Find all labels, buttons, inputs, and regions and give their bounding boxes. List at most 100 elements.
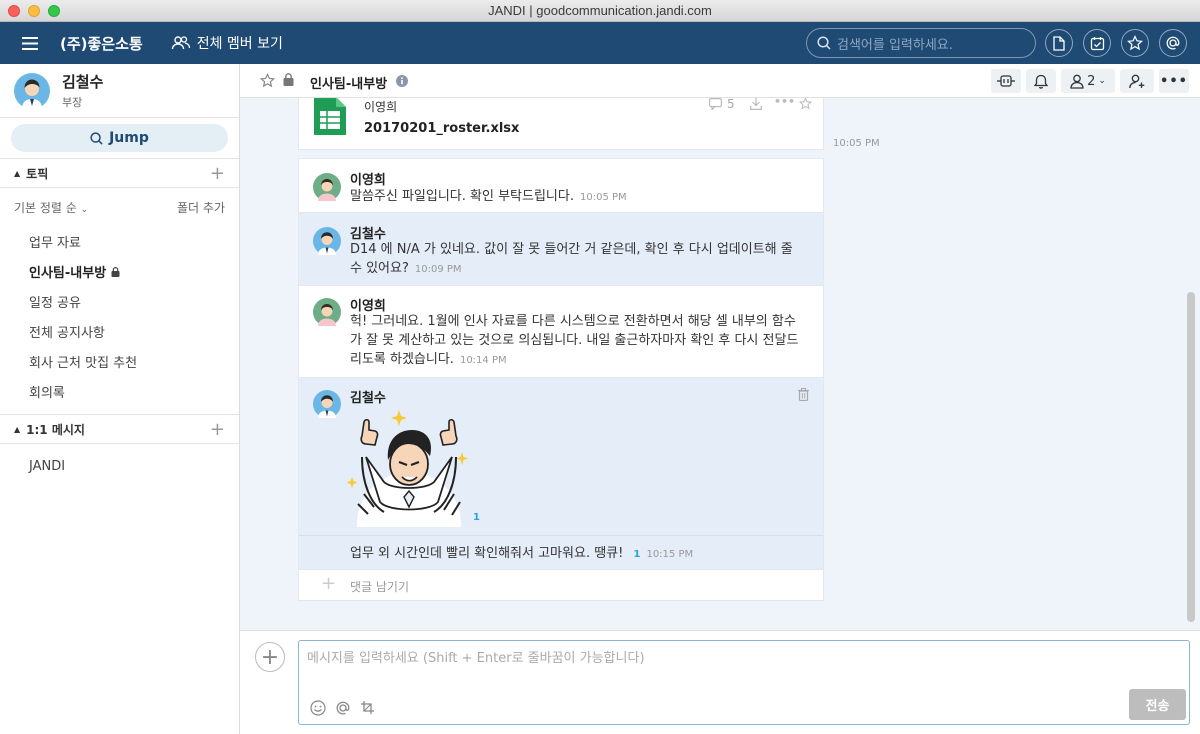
sort-dropdown[interactable]: 기본 정렬 순 ⌄	[14, 199, 88, 216]
menu-icon[interactable]	[0, 36, 60, 50]
message-item[interactable]: 김철수 1 업무 외 시간인데 빨리 확인해줘서 고마워요. 땡큐! 1 10:…	[298, 378, 824, 570]
message-caption: 업무 외 시간인데 빨리 확인해줘서 고마워요. 땡큐! 1 10:15 PM	[299, 535, 823, 570]
file-sender: 이영희	[364, 100, 398, 114]
invite-member-button[interactable]	[1120, 69, 1154, 93]
plus-icon: +	[260, 644, 280, 670]
more-options-button[interactable]: •••	[1159, 69, 1189, 93]
chevron-down-icon: ⌄	[80, 205, 89, 215]
add-folder-button[interactable]: 폴더 추가	[177, 199, 225, 216]
company-name[interactable]: (주)좋은소통	[60, 33, 143, 54]
spreadsheet-file-icon	[314, 98, 346, 135]
app-header: (주)좋은소통 전체 멤버 보기 검색어를 입력하세요.	[0, 22, 1200, 64]
message-input[interactable]	[307, 647, 1177, 687]
topic-item[interactable]: 회의록	[29, 382, 65, 401]
message-text: 헉! 그러네요. 1월에 인사 자료를 다른 시스템으로 전환하면서 해당 셀 …	[350, 312, 805, 370]
topic-item[interactable]: 회사 근처 맛집 추천	[29, 352, 137, 371]
thumbs-up-sticker[interactable]	[344, 402, 474, 527]
message-item[interactable]: 이영희 말씀주신 파일입니다. 확인 부탁드립니다. 10:05 PM	[298, 158, 824, 213]
chevron-down-icon: ⌄	[1098, 76, 1106, 86]
notification-button[interactable]	[1026, 69, 1056, 93]
message-scrollbar[interactable]	[1187, 292, 1195, 622]
more-icon: •••	[1160, 73, 1188, 89]
all-members-label: 전체 멤버 보기	[196, 36, 283, 52]
avatar	[313, 298, 341, 326]
message-body: 헉! 그러네요. 1월에 인사 자료를 다른 시스템으로 전환하면서 해당 셀 …	[350, 314, 799, 367]
search-placeholder: 검색어를 입력하세요.	[837, 37, 953, 53]
star-icon[interactable]	[260, 73, 275, 88]
all-members-button[interactable]: 전체 멤버 보기	[171, 33, 283, 53]
lock-icon	[283, 73, 294, 86]
dm-section-header[interactable]: ▲ 1:1 메시지 +	[0, 414, 239, 444]
search-icon	[817, 36, 831, 50]
dm-title: 1:1 메시지	[26, 422, 85, 437]
maximize-window-button[interactable]	[48, 5, 60, 17]
star-icon[interactable]	[799, 98, 812, 110]
todo-icon[interactable]	[1083, 29, 1111, 57]
topic-item[interactable]: 전체 공지사항	[29, 322, 105, 341]
message-time: 10:05 PM	[579, 192, 627, 203]
unread-count: 1	[633, 549, 641, 560]
send-button[interactable]: 전송	[1129, 689, 1186, 720]
info-icon[interactable]	[396, 75, 408, 87]
file-icon[interactable]	[1045, 29, 1073, 57]
plug-icon	[997, 75, 1015, 87]
connect-button[interactable]	[991, 69, 1021, 93]
message-time: 10:09 PM	[414, 264, 462, 275]
file-message-card[interactable]: 이영희 20170201_roster.xlsx 5 •••	[298, 98, 824, 150]
comment-icon[interactable]	[709, 98, 722, 110]
mention-icon[interactable]	[1159, 29, 1187, 57]
message-body: 업무 외 시간인데 빨리 확인해줘서 고마워요. 땡큐!	[350, 546, 624, 561]
user-profile[interactable]: 김철수 부장	[0, 64, 239, 118]
member-count-button[interactable]: 2 ⌄	[1061, 69, 1115, 93]
more-icon[interactable]: •••	[774, 98, 795, 108]
sidebar: 김철수 부장 Jump ▲ 토픽 + 기본 정렬 순 ⌄ 폴더 추가 업무 자료…	[0, 64, 240, 734]
topic-item[interactable]: 일정 공유	[29, 292, 81, 311]
message-item[interactable]: 김철수 D14 에 N/A 가 있네요. 값이 잘 못 들어간 거 같은데, 확…	[298, 213, 824, 286]
user-role: 부장	[62, 96, 83, 109]
sort-label: 기본 정렬 순	[14, 201, 77, 215]
member-count: 2	[1087, 73, 1096, 89]
comment-input-row[interactable]: + 댓글 남기기	[298, 570, 824, 601]
add-topic-icon[interactable]: +	[210, 163, 225, 184]
star-icon[interactable]	[1121, 29, 1149, 57]
collapse-icon: ▲	[14, 168, 21, 178]
message-input-box: 전송	[298, 640, 1190, 725]
attach-button[interactable]: +	[255, 642, 285, 672]
add-dm-icon[interactable]: +	[210, 419, 225, 440]
crop-icon[interactable]	[360, 700, 375, 715]
message-sender[interactable]: 이영희	[350, 169, 386, 188]
avatar	[14, 72, 50, 109]
file-name[interactable]: 20170201_roster.xlsx	[364, 121, 519, 136]
file-time: 10:05 PM	[833, 138, 880, 149]
dm-item[interactable]: JANDI	[29, 459, 65, 474]
message-item[interactable]: 이영희 헉! 그러네요. 1월에 인사 자료를 다른 시스템으로 전환하면서 해…	[298, 286, 824, 378]
window-controls	[8, 5, 60, 17]
topic-label: 인사팀-내부방	[29, 266, 107, 281]
minimize-window-button[interactable]	[28, 5, 40, 17]
mention-icon[interactable]	[335, 700, 351, 716]
user-name: 김철수	[62, 73, 104, 91]
window-titlebar: JANDI | goodcommunication.jandi.com	[0, 0, 1200, 22]
message-text: D14 에 N/A 가 있네요. 값이 잘 못 들어간 거 같은데, 확인 후 …	[350, 240, 805, 279]
comment-count: 5	[727, 98, 735, 111]
topic-item[interactable]: 업무 자료	[29, 232, 81, 251]
topic-item-active[interactable]: 인사팀-내부방	[29, 262, 120, 281]
search-icon	[90, 131, 103, 145]
close-window-button[interactable]	[8, 5, 20, 17]
avatar	[313, 173, 341, 201]
topic-sort-row: 기본 정렬 순 ⌄ 폴더 추가	[0, 199, 239, 216]
trash-icon[interactable]	[798, 388, 809, 401]
add-comment-icon: +	[321, 573, 337, 594]
search-input[interactable]: 검색어를 입력하세요.	[806, 28, 1036, 58]
members-icon	[171, 36, 190, 50]
channel-name: 인사팀-내부방	[310, 77, 388, 92]
message-time: 10:15 PM	[646, 549, 694, 560]
lock-icon	[111, 267, 120, 277]
jump-button[interactable]: Jump	[11, 124, 228, 152]
download-icon[interactable]	[750, 98, 762, 110]
avatar	[313, 390, 341, 418]
topics-section-header[interactable]: ▲ 토픽 +	[0, 158, 239, 188]
message-list[interactable]: 이영희 20170201_roster.xlsx 5 ••• 10:05 PM …	[240, 98, 1200, 630]
jump-label: Jump	[109, 130, 149, 146]
emoji-icon[interactable]	[310, 700, 326, 716]
